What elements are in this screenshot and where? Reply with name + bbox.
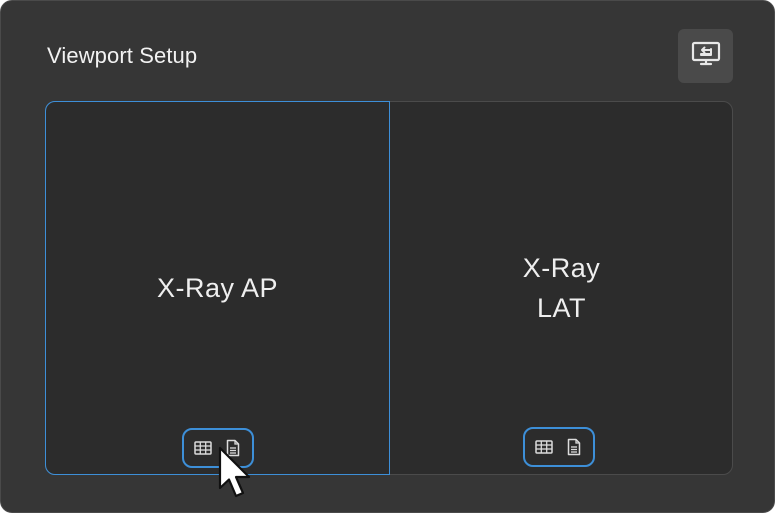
- viewport-label: X-Ray AP: [156, 273, 279, 303]
- viewport-xray-lat[interactable]: X-Ray LAT: [390, 101, 733, 475]
- document-icon[interactable]: [223, 438, 243, 458]
- viewport-label: X-Ray LAT: [390, 248, 733, 328]
- viewport-toolbar: [523, 427, 595, 467]
- grid-layout-icon[interactable]: [534, 437, 554, 457]
- document-icon[interactable]: [564, 437, 584, 457]
- viewport-label-line1: X-Ray: [522, 253, 601, 283]
- viewport-xray-ap[interactable]: X-Ray AP: [45, 101, 390, 475]
- viewport-toolbar: [182, 428, 254, 468]
- grid-layout-icon[interactable]: [193, 438, 213, 458]
- viewport-label-line2: LAT: [536, 293, 586, 323]
- screen-share-button[interactable]: [678, 29, 733, 83]
- panel-title: Viewport Setup: [47, 43, 198, 68]
- screen-share-icon: [691, 41, 721, 72]
